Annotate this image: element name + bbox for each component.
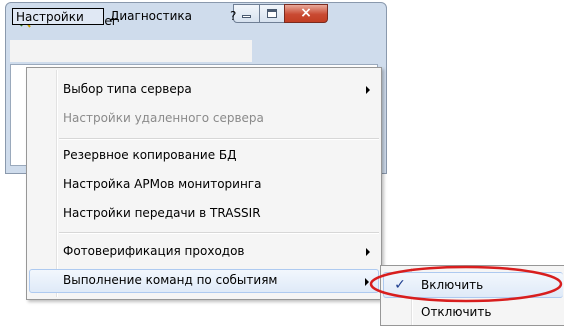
checkmark-icon: ✓	[394, 277, 406, 293]
menu-settings[interactable]: Настройки	[12, 8, 104, 25]
maximize-button[interactable]	[259, 4, 285, 23]
submenu-arrow-icon	[365, 278, 369, 286]
menu-item-label: Настройки передачи в TRASSIR	[63, 206, 261, 220]
submenu-item-enable[interactable]: ✓ Включить	[383, 272, 563, 298]
menu-item-trassir-settings[interactable]: Настройки передачи в TRASSIR	[29, 202, 379, 226]
menu-item-label: Резервное копирование БД	[63, 148, 237, 162]
menu-item-label: Настройка АРМов мониторинга	[63, 177, 262, 191]
menu-diagnostics[interactable]: Диагностика	[106, 8, 196, 25]
submenu-item-disable[interactable]: Отключить	[383, 299, 563, 325]
menu-help[interactable]: ?	[226, 8, 240, 25]
close-button[interactable]: ×	[284, 4, 328, 23]
menu-item-label: Выбор типа сервера	[63, 82, 192, 96]
minimize-icon	[242, 15, 251, 18]
menu-item-label: Фотоверификация проходов	[63, 244, 245, 258]
submenu-arrow-icon	[366, 248, 370, 256]
submenu-item-label: Отключить	[421, 305, 492, 319]
menu-item-server-type[interactable]: Выбор типа сервера	[29, 78, 379, 102]
menu-item-monitoring-workstations[interactable]: Настройка АРМов мониторинга	[29, 173, 379, 197]
menu-item-photo-verification[interactable]: Фотоверификация проходов	[29, 240, 379, 264]
event-commands-submenu: ✓ Включить Отключить	[380, 265, 564, 326]
menu-item-label: Выполнение команд по событиям	[63, 273, 278, 287]
menu-separator	[59, 138, 379, 140]
submenu-arrow-icon	[366, 86, 370, 94]
menu-item-label: Настройки удаленного сервера	[63, 111, 264, 125]
menu-item-db-backup[interactable]: Резервное копирование БД	[29, 144, 379, 168]
settings-dropdown-menu: Выбор типа сервера Настройки удаленного …	[26, 67, 382, 300]
maximize-icon	[267, 9, 277, 18]
menu-item-remote-server-settings: Настройки удаленного сервера	[29, 107, 379, 131]
close-icon: ×	[300, 5, 312, 21]
menu-separator	[59, 232, 379, 234]
menu-bar	[10, 40, 252, 62]
menu-item-event-commands[interactable]: Выполнение команд по событиям	[29, 269, 379, 293]
submenu-item-label: Включить	[421, 278, 484, 292]
